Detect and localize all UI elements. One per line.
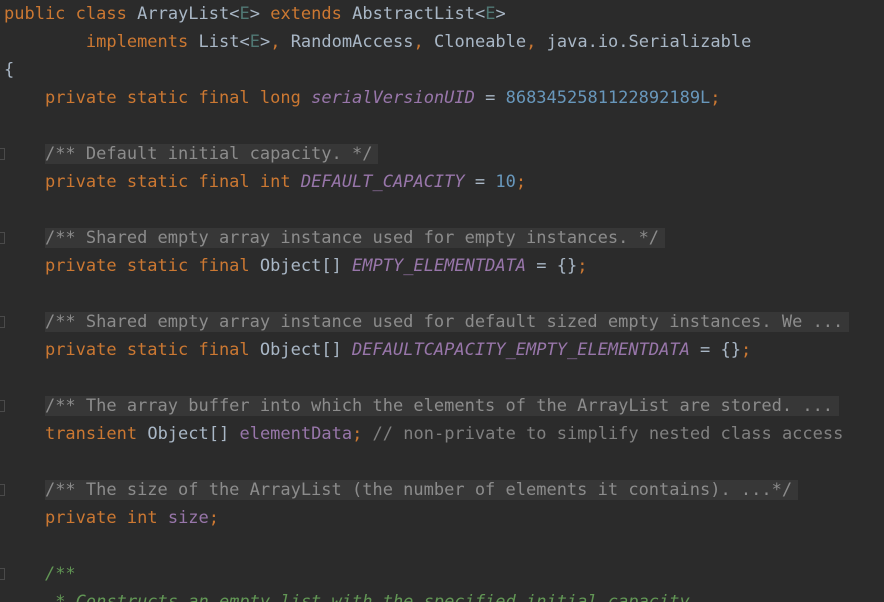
field-element-data: elementData: [239, 424, 353, 444]
field-empty-elementdata: EMPTY_ELEMENTDATA: [352, 256, 527, 276]
code-line-doc-default-capacity: /** Default initial capacity. */: [0, 140, 379, 168]
open-brace: {: [4, 60, 15, 80]
modifiers: private static final: [44, 256, 250, 276]
interface-serializable: java.io.Serializable: [546, 32, 752, 52]
code-line-size: private int size;: [0, 504, 219, 532]
type-object-array: Object[]: [147, 424, 230, 444]
keyword-transient: transient: [44, 424, 138, 444]
field-serial-version-uid: serialVersionUID: [311, 88, 475, 108]
field-default-capacity: DEFAULT_CAPACITY: [300, 172, 465, 192]
code-line-doc-open: /**: [0, 560, 76, 588]
field-defaultcapacity-empty-elementdata: DEFAULTCAPACITY_EMPTY_ELEMENTDATA: [352, 340, 690, 360]
code-line-doc-text: * Constructs an empty list with the spec…: [0, 588, 700, 602]
keyword-public: public: [4, 4, 66, 24]
semicolon: ;: [352, 424, 363, 444]
interface-list: List<: [198, 32, 250, 52]
semicolon: ;: [710, 88, 721, 108]
code-line-default-capacity: private static final int DEFAULT_CAPACIT…: [0, 168, 526, 196]
code-line-element-data: transient Object[] elementData; // non-p…: [0, 420, 843, 448]
doc-comment-open: /**: [44, 564, 76, 584]
type-object-array: Object[]: [259, 256, 342, 276]
interface-random-access: RandomAccess: [290, 32, 414, 52]
generic-close: >: [249, 4, 260, 24]
keyword-class: class: [75, 4, 127, 24]
semicolon: ;: [741, 340, 752, 360]
collapsed-doc-comment[interactable]: /** The size of the ArrayList (the numbe…: [44, 480, 799, 500]
code-line-doc-element-data: /** The array buffer into which the elem…: [0, 392, 840, 420]
generic-param: E: [485, 4, 496, 24]
modifier-private: private: [44, 508, 117, 528]
modifiers: private static final: [44, 172, 250, 192]
code-line-class-declaration: public class ArrayList<E> extends Abstra…: [0, 0, 506, 28]
code-line-doc-default-empty: /** Shared empty array instance used for…: [0, 308, 850, 336]
type-int: int: [126, 508, 158, 528]
type-object-array: Object[]: [259, 340, 342, 360]
generic-close: >: [259, 32, 271, 52]
modifiers: private static final: [44, 88, 250, 108]
keyword-implements: implements: [85, 32, 189, 52]
code-line-doc-size: /** The size of the ArrayList (the numbe…: [0, 476, 799, 504]
line-comment: // non-private to simplify nested class …: [362, 424, 844, 444]
initializer: = {}: [526, 256, 578, 276]
number-literal: 10: [495, 172, 516, 192]
code-line-open-brace: {: [0, 56, 14, 84]
collapsed-doc-comment[interactable]: /** Shared empty array instance used for…: [44, 312, 850, 332]
collapsed-doc-comment[interactable]: /** The array buffer into which the elem…: [44, 396, 840, 416]
collapsed-doc-comment[interactable]: /** Default initial capacity. */: [44, 144, 379, 164]
semicolon: ;: [515, 172, 527, 192]
superclass-name: AbstractList<: [352, 4, 486, 24]
collapsed-doc-comment[interactable]: /** Shared empty array instance used for…: [44, 228, 666, 248]
code-line-serial-version: private static final long serialVersionU…: [0, 84, 721, 112]
generic-param: E: [239, 4, 250, 24]
comma: ,: [526, 32, 537, 52]
generic-param: E: [249, 32, 260, 52]
initializer: = {}: [689, 340, 741, 360]
code-line-empty-elementdata: private static final Object[] EMPTY_ELEM…: [0, 252, 588, 280]
comma: ,: [413, 32, 424, 52]
number-literal: 8683452581122892189L: [505, 88, 711, 108]
assign-operator: =: [464, 172, 496, 192]
assign-operator: =: [474, 88, 506, 108]
doc-comment-text: * Constructs an empty list with the spec…: [44, 592, 700, 602]
comma: ,: [270, 32, 281, 52]
code-line-default-empty-elementdata: private static final Object[] DEFAULTCAP…: [0, 336, 751, 364]
code-line-implements: implements List<E>, RandomAccess, Clonea…: [0, 28, 751, 56]
interface-cloneable: Cloneable: [434, 32, 527, 52]
modifiers: private static final: [44, 340, 250, 360]
type-long: long: [259, 88, 301, 108]
semicolon: ;: [208, 508, 220, 528]
keyword-extends: extends: [270, 4, 342, 24]
class-name: ArrayList<: [137, 4, 240, 24]
type-int: int: [259, 172, 291, 192]
semicolon: ;: [577, 256, 588, 276]
field-size: size: [167, 508, 209, 528]
code-editor[interactable]: public class ArrayList<E> extends Abstra…: [0, 0, 884, 602]
generic-close: >: [495, 4, 506, 24]
code-line-doc-empty-elementdata: /** Shared empty array instance used for…: [0, 224, 666, 252]
